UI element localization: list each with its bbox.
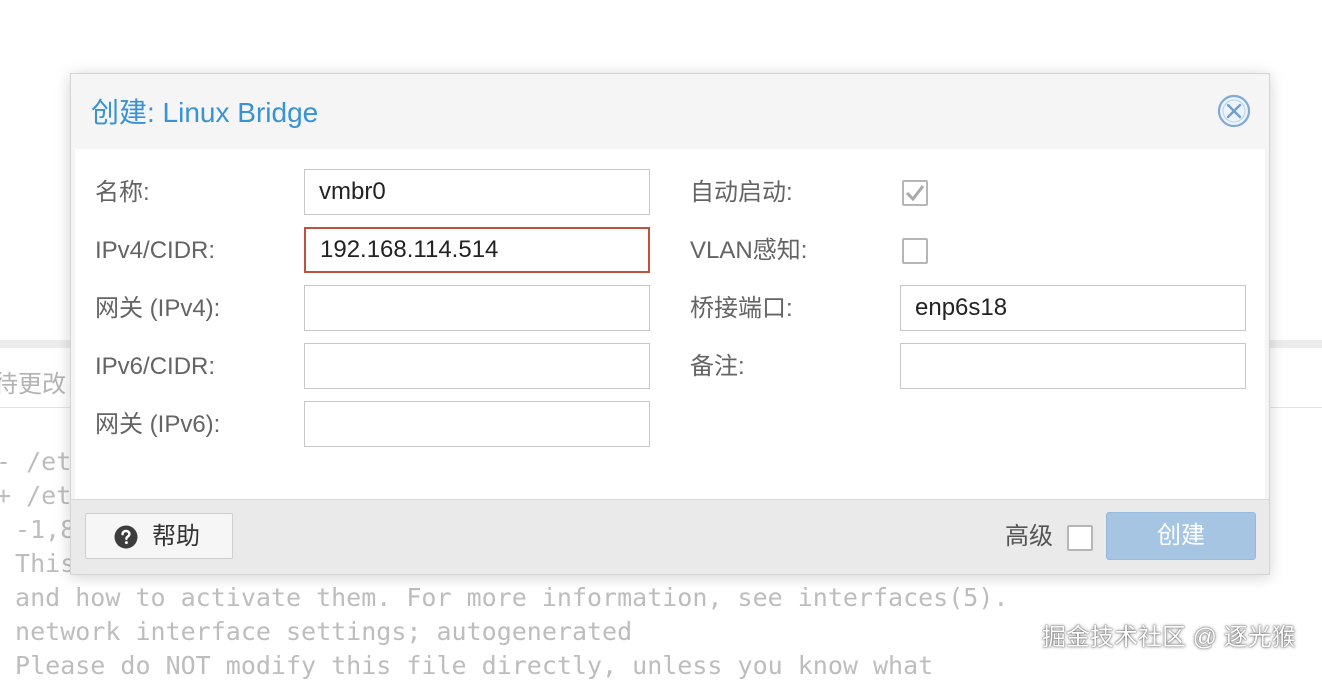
autostart-label: 自动启动: — [690, 179, 793, 206]
help-button-label: 帮助 — [152, 523, 200, 550]
diff-line: -1,8 — [0, 515, 76, 544]
dialog-title: 创建: Linux Bridge — [91, 97, 319, 128]
background-pending-changes-tab[interactable]: 待更改 — [0, 364, 66, 399]
question-circle-icon — [114, 525, 138, 549]
diff-line: and how to activate them. For more infor… — [0, 583, 1009, 612]
advanced-label: 高级 — [1005, 523, 1053, 550]
vlan-aware-checkbox[interactable] — [902, 238, 928, 264]
name-input[interactable] — [304, 169, 650, 215]
ipv6-cidr-input[interactable] — [304, 343, 650, 389]
help-button[interactable]: 帮助 — [85, 513, 233, 559]
diff-line: - /et — [0, 447, 72, 476]
autostart-checkbox[interactable] — [902, 180, 928, 206]
create-button[interactable]: 创建 — [1106, 512, 1256, 560]
close-icon[interactable] — [1217, 94, 1251, 128]
vlan-aware-label: VLAN感知: — [690, 237, 808, 264]
gateway-ipv4-input[interactable] — [304, 285, 650, 331]
diff-line: This — [0, 549, 76, 578]
diff-line: network interface settings; autogenerate… — [0, 617, 633, 646]
bridge-ports-label: 桥接端口: — [690, 295, 793, 322]
ipv4-cidr-label: IPv4/CIDR: — [95, 237, 216, 264]
gateway-ipv4-label: 网关 (IPv4): — [95, 295, 221, 322]
checkmark-icon — [905, 185, 925, 202]
ipv6-cidr-label: IPv6/CIDR: — [95, 353, 216, 380]
bridge-ports-input[interactable] — [900, 285, 1246, 331]
gateway-ipv6-label: 网关 (IPv6): — [95, 411, 221, 438]
comment-input[interactable] — [900, 343, 1246, 389]
ipv4-cidr-input[interactable] — [304, 227, 650, 273]
dialog-header[interactable]: 创建: Linux Bridge — [71, 74, 1269, 148]
gateway-ipv6-input[interactable] — [304, 401, 650, 447]
comment-label: 备注: — [690, 353, 745, 380]
name-label: 名称: — [95, 179, 150, 206]
advanced-checkbox[interactable] — [1067, 525, 1093, 551]
diff-line: + /et — [0, 481, 72, 510]
watermark-text: 掘金技术社区 @ 逐光猴 — [1042, 624, 1296, 651]
diff-line: Please do NOT modify this file directly,… — [0, 651, 934, 680]
